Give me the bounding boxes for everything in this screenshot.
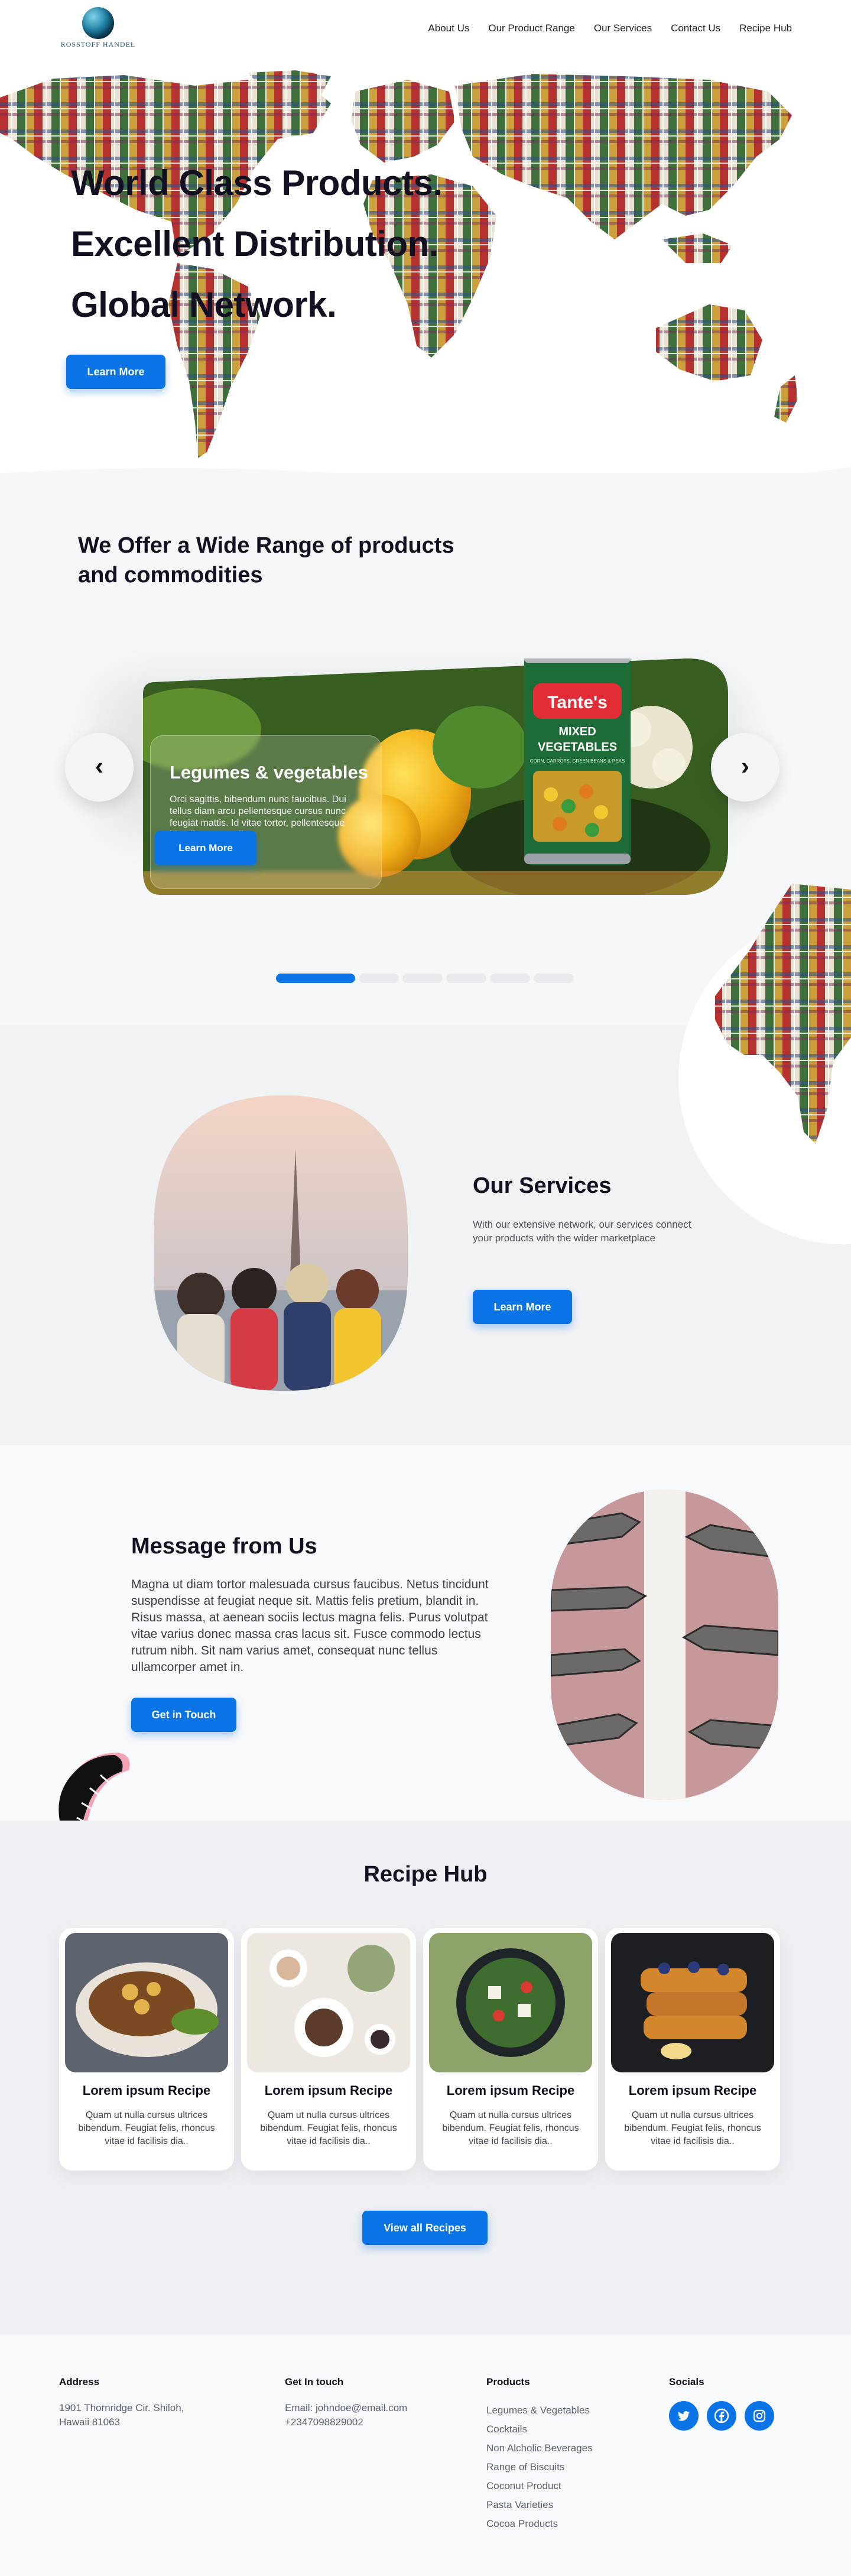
view-all-recipes-button[interactable]: View all Recipes (362, 2211, 488, 2245)
slider-dot-4[interactable] (446, 974, 486, 983)
footer-product-link[interactable]: Range of Biscuits (486, 2458, 593, 2477)
recipe-card-1[interactable]: Lorem ipsum Recipe Quam ut nulla cursus … (59, 1928, 234, 2171)
footer-products: Products Legumes & Vegetables Cocktails … (486, 2376, 593, 2533)
nav-links: About Us Our Product Range Our Services … (428, 22, 792, 34)
recipe-image-3 (429, 1933, 592, 2072)
slider-next-button[interactable]: › (711, 733, 779, 802)
hands-photo (551, 1490, 778, 1800)
hero-section: World Class Products. Excellent Distribu… (0, 0, 851, 473)
slider-dot-6[interactable] (534, 974, 574, 983)
page: World Class Products. Excellent Distribu… (0, 0, 851, 2576)
hero-headline: World Class Products. Excellent Distribu… (71, 153, 443, 335)
recipe-title-3: Lorem ipsum Recipe (446, 2083, 575, 2098)
nav-item-contact-us[interactable]: Contact Us (671, 22, 720, 34)
products-heading: We Offer a Wide Range of products and co… (78, 533, 454, 588)
can-label-1: MIXED (558, 725, 596, 738)
footer-products-heading: Products (486, 2376, 530, 2387)
services-photo (154, 1095, 408, 1391)
recipe-text-4: Quam ut nulla cursus ultrices bibendum. … (624, 2110, 761, 2146)
footer-product-link[interactable]: Legumes & Vegetables (486, 2401, 593, 2420)
footer-socials: Socials (669, 2376, 774, 2431)
footer-product-link[interactable]: Cocktails (486, 2420, 593, 2439)
top-navigation: ROSSTOFF HANDEL About Us Our Product Ran… (0, 0, 851, 57)
services-heading: Our Services (473, 1173, 612, 1198)
social-links (669, 2401, 774, 2431)
footer-contact-heading: Get In touch (285, 2376, 344, 2387)
recipe-text-2: Quam ut nulla cursus ultrices bibendum. … (260, 2110, 397, 2146)
chevron-right-icon: › (741, 752, 749, 780)
recipe-title-1: Lorem ipsum Recipe (82, 2083, 211, 2098)
recipe-title-2: Lorem ipsum Recipe (264, 2083, 393, 2098)
recipe-hub-section: Recipe Hub Lorem ipsum Recipe Quam ut nu… (0, 1821, 851, 2335)
nav-item-services[interactable]: Our Services (594, 22, 652, 34)
slide-title: Legumes & vegetables (170, 762, 368, 783)
brand-logo[interactable]: ROSSTOFF HANDEL (59, 7, 137, 49)
recipe-card-3[interactable]: Lorem ipsum Recipe Quam ut nulla cursus … (423, 1928, 598, 2171)
twitter-icon (678, 2411, 690, 2421)
footer: Address 1901 Thornridge Cir. Shiloh, Haw… (0, 2335, 851, 2576)
brand-logo-text: ROSSTOFF HANDEL (60, 40, 136, 48)
instagram-icon (753, 2409, 766, 2422)
section-wave-divider (0, 467, 851, 497)
recipe-image-2 (247, 1933, 410, 2072)
recipe-card-4[interactable]: Lorem ipsum Recipe Quam ut nulla cursus … (605, 1928, 780, 2171)
recipe-image-4 (611, 1933, 774, 2072)
recipe-hub-heading: Recipe Hub (363, 1862, 488, 1887)
recipe-card-2[interactable]: Lorem ipsum Recipe Quam ut nulla cursus … (241, 1928, 416, 2171)
recipe-text-1: Quam ut nulla cursus ultrices bibendum. … (78, 2110, 215, 2146)
slide-learn-more-button[interactable]: Learn More (155, 831, 256, 865)
facebook-link[interactable] (707, 2401, 736, 2431)
can-sub: CORN, CARROTS, GREEN BEANS & PEAS (530, 758, 625, 764)
footer-contact: Get In touch Email: johndoe@email.com +2… (285, 2376, 407, 2429)
footer-product-link[interactable]: Cocoa Products (486, 2515, 593, 2533)
instagram-link[interactable] (745, 2401, 774, 2431)
recipe-image-1 (65, 1933, 228, 2072)
address-line-2: Hawaii 81063 (59, 2416, 121, 2428)
hero-line-2: Excellent Distribution. (71, 224, 439, 264)
footer-product-link[interactable]: Non Alcholic Beverages (486, 2439, 593, 2458)
address-line-1: 1901 Thornridge Cir. Shiloh, (59, 2402, 184, 2413)
footer-address-heading: Address (59, 2376, 100, 2387)
hero-line-3: Global Network. (71, 285, 337, 325)
footer-product-link[interactable]: Coconut Product (486, 2477, 593, 2496)
slider-dot-1[interactable] (276, 974, 355, 983)
footer-phone-link[interactable]: +2347098829002 (285, 2415, 407, 2429)
chevron-left-icon: ‹ (95, 752, 103, 780)
recipe-title-4: Lorem ipsum Recipe (628, 2083, 757, 2098)
get-in-touch-button[interactable]: Get in Touch (131, 1698, 236, 1732)
message-body: Magna ut diam tortor malesuada cursus fa… (131, 1578, 489, 1674)
can-label-2: VEGETABLES (538, 741, 617, 754)
footer-email-link[interactable]: Email: johndoe@email.com (285, 2401, 407, 2415)
footer-socials-heading: Socials (669, 2376, 704, 2387)
globe-logo-icon (82, 7, 114, 39)
slider-prev-button[interactable]: ‹ (65, 733, 134, 802)
nav-item-about-us[interactable]: About Us (428, 22, 469, 34)
slide-info-panel: Legumes & vegetables Orci sagittis, bibe… (150, 735, 382, 889)
map-fragment-image (715, 884, 851, 1144)
nav-item-recipe-hub[interactable]: Recipe Hub (739, 22, 792, 34)
slider-dot-5[interactable] (490, 974, 530, 983)
slider-pagination (276, 974, 574, 983)
slider-dot-3[interactable] (402, 974, 443, 983)
slider-dot-2[interactable] (359, 974, 399, 983)
services-learn-more-button[interactable]: Learn More (473, 1290, 572, 1324)
footer-product-link[interactable]: Pasta Varieties (486, 2496, 593, 2515)
twitter-link[interactable] (669, 2401, 699, 2431)
services-section: Our Services With our extensive network,… (0, 884, 851, 1445)
services-description: With our extensive network, our services… (473, 1219, 691, 1244)
recipe-text-3: Quam ut nulla cursus ultrices bibendum. … (442, 2110, 579, 2146)
message-heading: Message from Us (131, 1534, 317, 1559)
hero-line-1: World Class Products. (71, 163, 443, 203)
facebook-icon (714, 2408, 729, 2423)
hero-learn-more-button[interactable]: Learn More (66, 355, 165, 389)
footer-address: Address 1901 Thornridge Cir. Shiloh, Haw… (59, 2376, 184, 2429)
nav-item-product-range[interactable]: Our Product Range (488, 22, 574, 34)
can-brand: Tante's (547, 693, 608, 712)
